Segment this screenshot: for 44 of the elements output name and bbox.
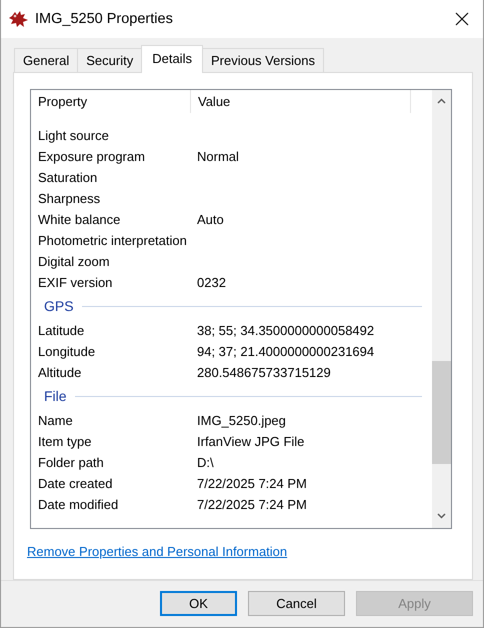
property-value: Normal <box>197 148 239 164</box>
app-icon <box>9 10 29 28</box>
property-value: 7/22/2025 7:24 PM <box>197 476 307 491</box>
property-name: Latitude <box>37 322 86 338</box>
property-name: Photometric interpretation <box>37 232 188 248</box>
scroll-up-icon <box>437 98 446 104</box>
tab[interactable]: Details <box>141 44 203 73</box>
property-value: IrfanView JPG File <box>197 434 304 449</box>
group-title: GPS <box>44 298 74 314</box>
property-value: Auto <box>197 212 224 227</box>
property-value: 38; 55; 34.3500000000058492 <box>197 322 374 338</box>
property-name: Exposure program <box>37 148 146 164</box>
property-name: Folder path <box>37 454 105 470</box>
property-name: Date modified <box>37 496 120 512</box>
group-title: File <box>44 388 67 404</box>
property-name: Item type <box>37 434 92 449</box>
property-name: White balance <box>37 212 122 227</box>
property-name: Digital zoom <box>37 254 111 269</box>
column-header[interactable]: Value <box>191 90 411 113</box>
scrollbar[interactable] <box>432 90 451 528</box>
remove-properties-link[interactable]: Remove Properties and Personal Information <box>27 544 288 559</box>
property-value: 94; 37; 21.4000000000231694 <box>197 344 374 359</box>
property-value: D:\ <box>197 454 214 470</box>
window-title: IMG_5250 Properties <box>35 10 174 27</box>
property-name: Date created <box>37 476 114 491</box>
property-value: 7/22/2025 7:24 PM <box>197 496 307 512</box>
property-name: Light source <box>37 128 110 143</box>
property-name: Altitude <box>37 364 82 380</box>
dialog-button[interactable]: Cancel <box>248 591 345 616</box>
scroll-thumb[interactable] <box>432 360 451 464</box>
scroll-down-icon <box>437 513 446 520</box>
close-icon[interactable] <box>455 12 469 26</box>
tab[interactable]: General <box>14 48 78 72</box>
property-value: 0232 <box>197 274 226 290</box>
property-name: Name <box>37 412 74 428</box>
tab[interactable]: Previous Versions <box>202 48 324 72</box>
property-value: 280.548675733715129 <box>197 364 331 380</box>
column-header[interactable]: Property <box>31 90 191 113</box>
property-value: IMG_5250.jpeg <box>197 412 286 428</box>
property-name: Sharpness <box>37 190 102 206</box>
property-name: Saturation <box>37 170 98 185</box>
property-name: EXIF version <box>37 274 114 290</box>
dialog-button[interactable]: OK <box>160 591 237 616</box>
property-name: Longitude <box>37 344 96 359</box>
